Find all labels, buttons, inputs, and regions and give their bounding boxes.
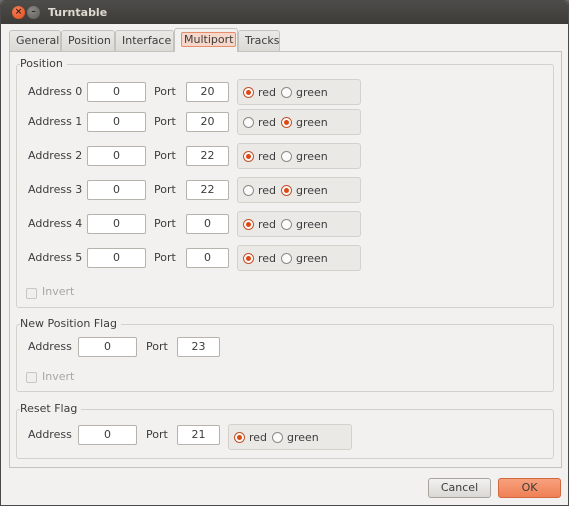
green-radio[interactable] — [281, 87, 292, 98]
red-label: red — [258, 150, 277, 163]
green-radio[interactable] — [281, 253, 292, 264]
minimize-icon[interactable]: – — [27, 6, 40, 19]
address-label: Address 3 — [28, 183, 83, 196]
color-radio-group: red green — [237, 211, 361, 237]
red-radio[interactable] — [243, 219, 254, 230]
position-invert-checkbox[interactable] — [26, 288, 37, 299]
red-radio[interactable] — [243, 87, 254, 98]
tab-label: Tracks — [245, 34, 280, 47]
color-radio-group: red green — [237, 109, 361, 135]
tab-label: Position — [68, 34, 111, 47]
port-label: Port — [154, 149, 176, 162]
address-field[interactable]: 0 — [87, 214, 146, 234]
red-label: red — [258, 184, 277, 197]
tab-label: Interface — [122, 34, 172, 47]
address-field[interactable]: 0 — [87, 248, 146, 268]
red-label: red — [258, 86, 277, 99]
red-radio[interactable] — [243, 151, 254, 162]
green-radio[interactable] — [281, 219, 292, 230]
new-position-flag-port-label: Port — [146, 340, 168, 353]
new-position-flag-invert-checkbox[interactable] — [26, 372, 37, 383]
red-radio[interactable] — [243, 253, 254, 264]
green-label: green — [296, 184, 328, 197]
port-label: Port — [154, 217, 176, 230]
port-field[interactable]: 22 — [186, 180, 229, 200]
port-field[interactable]: 0 — [186, 248, 229, 268]
port-label: Port — [154, 251, 176, 264]
reset-flag-address-field[interactable]: 0 — [78, 425, 137, 445]
reset-flag-green-label: green — [287, 431, 319, 444]
color-radio-group: red green — [237, 143, 361, 169]
color-radio-group: red green — [237, 177, 361, 203]
port-field[interactable]: 22 — [186, 146, 229, 166]
title-bar[interactable]: × – Turntable — [1, 1, 568, 24]
green-label: green — [296, 252, 328, 265]
address-label: Address 4 — [28, 217, 83, 230]
red-radio[interactable] — [243, 117, 254, 128]
address-field[interactable]: 0 — [87, 146, 146, 166]
reset-flag-title: Reset Flag — [20, 402, 82, 415]
green-label: green — [296, 150, 328, 163]
cancel-button[interactable]: Cancel — [428, 478, 491, 498]
window-title: Turntable — [48, 6, 108, 19]
red-radio[interactable] — [243, 185, 254, 196]
new-position-flag-port-field[interactable]: 23 — [177, 337, 220, 357]
reset-flag-color-radio-group: red green — [228, 424, 352, 450]
reset-flag-port-label: Port — [146, 428, 168, 441]
reset-flag-red-radio[interactable] — [234, 432, 245, 443]
red-label: red — [258, 116, 277, 129]
port-field[interactable]: 20 — [186, 112, 229, 132]
tab-general[interactable]: General — [9, 30, 61, 51]
green-radio[interactable] — [281, 185, 292, 196]
port-label: Port — [154, 115, 176, 128]
reset-flag-port-field[interactable]: 21 — [177, 425, 220, 445]
red-label: red — [258, 218, 277, 231]
color-radio-group: red green — [237, 79, 361, 105]
reset-flag-green-radio[interactable] — [272, 432, 283, 443]
port-label: Port — [154, 85, 176, 98]
green-label: green — [296, 218, 328, 231]
port-field[interactable]: 0 — [186, 214, 229, 234]
tab-multiport[interactable]: Multiport — [174, 28, 238, 52]
multiport-page: Position Address 0 0 Port 20 red green Address… — [9, 51, 562, 468]
position-frame-title: Position — [20, 57, 67, 70]
green-radio[interactable] — [281, 151, 292, 162]
green-radio[interactable] — [281, 117, 292, 128]
tab-position[interactable]: Position — [61, 30, 115, 51]
new-position-flag-frame — [16, 324, 554, 392]
address-label: Address 0 — [28, 85, 83, 98]
green-label: green — [296, 116, 328, 129]
reset-flag-red-label: red — [249, 431, 268, 444]
green-label: green — [296, 86, 328, 99]
address-label: Address 5 — [28, 251, 83, 264]
red-label: red — [258, 252, 277, 265]
tab-tracks[interactable]: Tracks — [238, 30, 280, 51]
tab-interface[interactable]: Interface — [115, 30, 174, 51]
new-position-flag-title: New Position Flag — [20, 317, 121, 330]
address-field[interactable]: 0 — [87, 112, 146, 132]
new-position-flag-invert-label: Invert — [42, 370, 75, 383]
address-field[interactable]: 0 — [87, 180, 146, 200]
address-field[interactable]: 0 — [87, 82, 146, 102]
reset-flag-address-label: Address — [28, 428, 72, 441]
close-icon[interactable]: × — [12, 6, 25, 19]
address-label: Address 2 — [28, 149, 83, 162]
color-radio-group: red green — [237, 245, 361, 271]
ok-button[interactable]: OK — [498, 478, 561, 498]
port-field[interactable]: 20 — [186, 82, 229, 102]
new-position-flag-address-label: Address — [28, 340, 72, 353]
tab-label: General — [16, 34, 60, 47]
turntable-dialog: × – Turntable General Position Interface… — [0, 0, 569, 506]
address-label: Address 1 — [28, 115, 83, 128]
new-position-flag-address-field[interactable]: 0 — [78, 337, 137, 357]
port-label: Port — [154, 183, 176, 196]
tab-label: Multiport — [181, 32, 237, 47]
position-invert-label: Invert — [42, 285, 75, 298]
